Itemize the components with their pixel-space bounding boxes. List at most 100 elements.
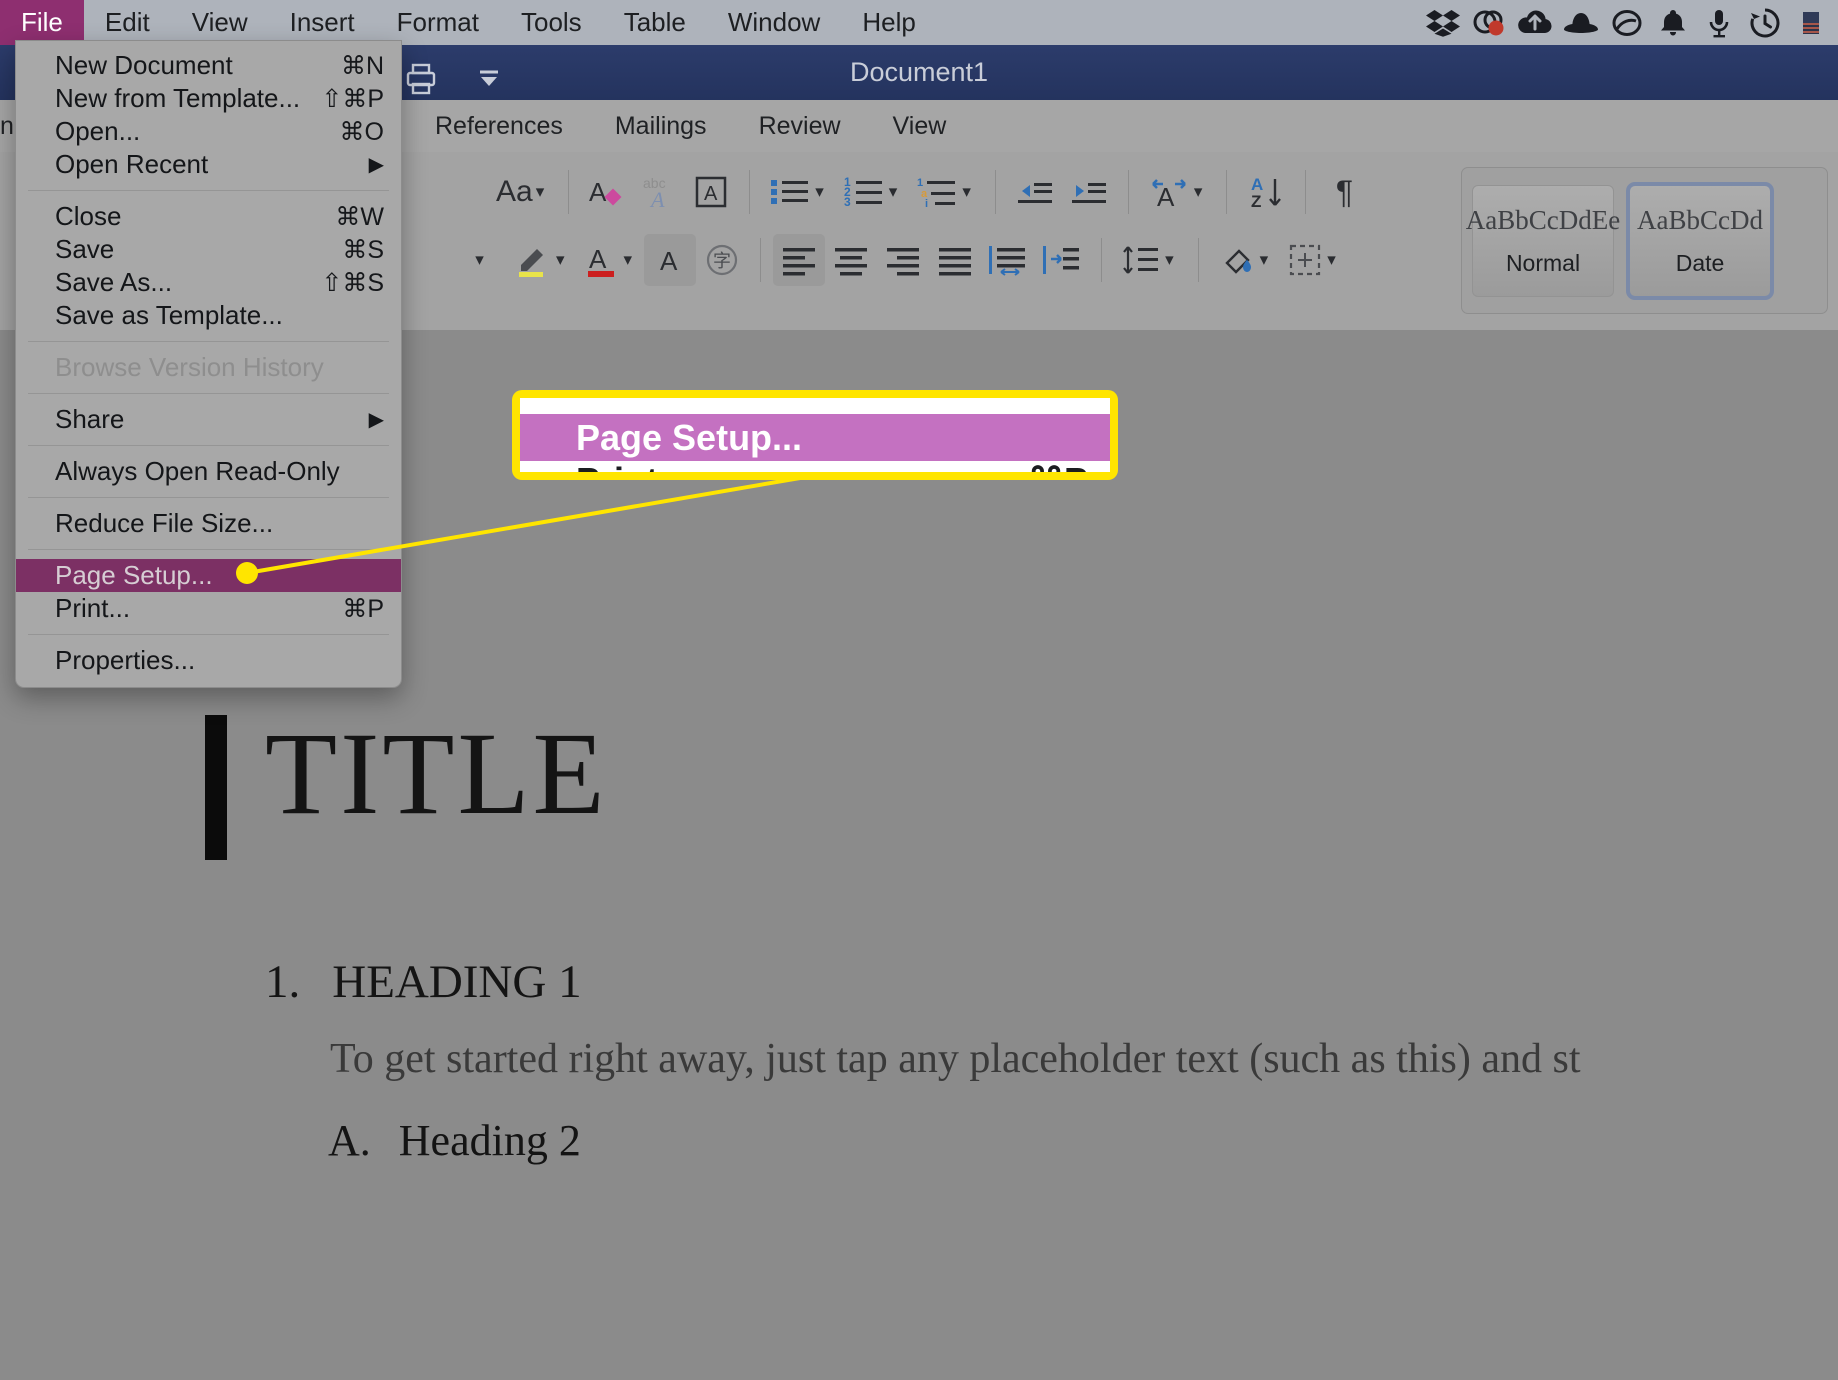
menu-divider (28, 634, 389, 635)
ribbon-divider (1305, 170, 1307, 214)
vertical-scrollbar[interactable] (1829, 330, 1838, 1380)
menu-insert[interactable]: Insert (269, 0, 376, 45)
microphone-icon[interactable] (1696, 0, 1742, 45)
style-normal[interactable]: AaBbCcDdEe Normal (1466, 184, 1620, 297)
flag-icon[interactable] (1788, 0, 1834, 45)
menu-item-reduce-file-size[interactable]: Reduce File Size... (16, 507, 401, 540)
menu-file[interactable]: File (0, 0, 84, 45)
spelling-icon[interactable]: abc A (633, 166, 685, 218)
borders-icon[interactable]: ▾ (1280, 234, 1348, 286)
font-size-caret-icon[interactable]: ▾ (455, 234, 507, 286)
ribbon-divider (1197, 238, 1199, 282)
dropbox-icon[interactable] (1420, 0, 1466, 45)
show-formatting-marks-icon[interactable]: ¶ (1318, 166, 1370, 218)
callout-print-row: Print... ⌘P (520, 460, 1110, 472)
menu-item-save-as-template[interactable]: Save as Template... (16, 299, 401, 332)
cloud-sync-icon[interactable] (1466, 0, 1512, 45)
menu-divider (28, 497, 389, 498)
decrease-indent-icon[interactable] (1008, 166, 1062, 218)
menu-item-label: Print... (55, 593, 131, 623)
increase-indent-icon[interactable] (1062, 166, 1116, 218)
ribbon-divider (1101, 238, 1103, 282)
menu-item-label: Open Recent (55, 149, 209, 179)
align-center-icon[interactable] (825, 234, 877, 286)
document-title-text: TITLE (265, 708, 608, 839)
menu-edit[interactable]: Edit (84, 0, 171, 45)
menu-item-save-as[interactable]: Save As... ⇧⌘S (16, 266, 401, 299)
svg-text:3: 3 (844, 195, 851, 209)
menu-item-label: Save as Template... (55, 300, 283, 330)
menu-item-shortcut: ⌘P (342, 594, 384, 623)
menu-item-shortcut: ⌘S (342, 235, 384, 264)
menu-item-always-open-read-only[interactable]: Always Open Read-Only (16, 455, 401, 488)
bullet-list-icon[interactable]: ▾ (762, 166, 836, 218)
menu-item-browse-version-history: Browse Version History (16, 351, 401, 384)
tab-review[interactable]: Review (733, 100, 867, 152)
svg-text:i: i (925, 198, 928, 210)
align-right-icon[interactable] (877, 234, 929, 286)
bell-icon[interactable] (1650, 0, 1696, 45)
callout-anchor-dot (236, 562, 258, 584)
change-case-icon[interactable]: Aa ▾ (490, 166, 556, 218)
character-shading-icon[interactable]: A (644, 234, 697, 286)
svg-text:A: A (649, 187, 665, 211)
callout-print-label: Print... (576, 460, 688, 472)
tab-view[interactable]: View (867, 100, 973, 152)
tab-mailings[interactable]: Mailings (589, 100, 733, 152)
menu-item-share[interactable]: Share ▶ (16, 403, 401, 436)
svg-text:Z: Z (1251, 192, 1261, 211)
ribbon-row-two: ▾ ▾ A ▾ A 字 ▾ ▾ ▾ (455, 230, 1348, 290)
menu-item-label: Save As... (55, 267, 173, 297)
font-color-icon[interactable]: A ▾ (577, 234, 645, 286)
menu-table[interactable]: Table (603, 0, 707, 45)
macos-menu-items: File Edit View Insert Format Tools Table… (0, 0, 937, 45)
time-machine-icon[interactable] (1742, 0, 1788, 45)
text-effects-icon[interactable]: A (581, 166, 633, 218)
style-normal-label: Normal (1505, 249, 1581, 276)
line-spacing-icon[interactable]: ▾ (1114, 234, 1186, 286)
menu-item-label: New Document (55, 50, 233, 80)
indent-block-icon[interactable] (1035, 234, 1089, 286)
menu-item-new-document[interactable]: New Document ⌘N (16, 49, 401, 82)
menu-format[interactable]: Format (376, 0, 500, 45)
text-direction-icon[interactable]: A ▾ (1141, 166, 1215, 218)
menu-divider (28, 341, 389, 342)
menu-item-label: Open... (55, 116, 141, 146)
numbered-list-icon[interactable]: 1 2 3 ▾ (836, 166, 910, 218)
menu-item-close[interactable]: Close ⌘W (16, 200, 401, 233)
highlight-color-icon[interactable]: ▾ (507, 234, 577, 286)
bowler-hat-icon[interactable] (1558, 0, 1604, 45)
menu-item-label: New from Template... (55, 83, 301, 113)
menu-item-shortcut: ⌘W (335, 202, 384, 231)
menu-item-open[interactable]: Open... ⌘O (16, 115, 401, 148)
shading-icon[interactable]: ▾ (1211, 234, 1281, 286)
ribbon-divider (749, 170, 751, 214)
distribute-icon[interactable] (981, 234, 1035, 286)
text-box-icon[interactable]: A (685, 166, 737, 218)
menu-view[interactable]: View (171, 0, 269, 45)
multilevel-list-icon[interactable]: 1 a i ▾ (909, 166, 983, 218)
style-date[interactable]: AaBbCcDd Date (1626, 181, 1774, 300)
menu-item-properties[interactable]: Properties... (16, 644, 401, 677)
menu-item-new-from-template[interactable]: New from Template... ⇧⌘P (16, 82, 401, 115)
menu-item-save[interactable]: Save ⌘S (16, 233, 401, 266)
menu-item-print[interactable]: Print... ⌘P (16, 592, 401, 625)
menu-tools[interactable]: Tools (500, 0, 603, 45)
tab-partial[interactable]: ns (0, 100, 14, 152)
circle-slash-icon[interactable] (1604, 0, 1650, 45)
ribbon-row-one: Aa ▾ A abc A A ▾ 1 2 3 ▾ 1 a i ▾ A ▾ A Z… (490, 162, 1370, 222)
align-left-icon[interactable] (773, 234, 826, 286)
phonetic-guide-icon[interactable]: 字 (696, 234, 748, 286)
page-setup-callout: Page Setup... Print... ⌘P (512, 390, 1118, 480)
sort-icon[interactable]: A Z (1239, 166, 1293, 218)
menu-help[interactable]: Help (841, 0, 936, 45)
style-normal-sample: AaBbCcDdEe (1465, 204, 1621, 235)
justify-icon[interactable] (929, 234, 981, 286)
heading2-number: A. (328, 1116, 371, 1165)
menu-window[interactable]: Window (707, 0, 841, 45)
menu-item-shortcut: ⇧⌘S (321, 268, 384, 297)
tab-references[interactable]: References (409, 100, 589, 152)
cloud-upload-icon[interactable] (1512, 0, 1558, 45)
menu-item-open-recent[interactable]: Open Recent ▶ (16, 148, 401, 181)
menu-item-page-setup[interactable]: Page Setup... (16, 559, 401, 592)
